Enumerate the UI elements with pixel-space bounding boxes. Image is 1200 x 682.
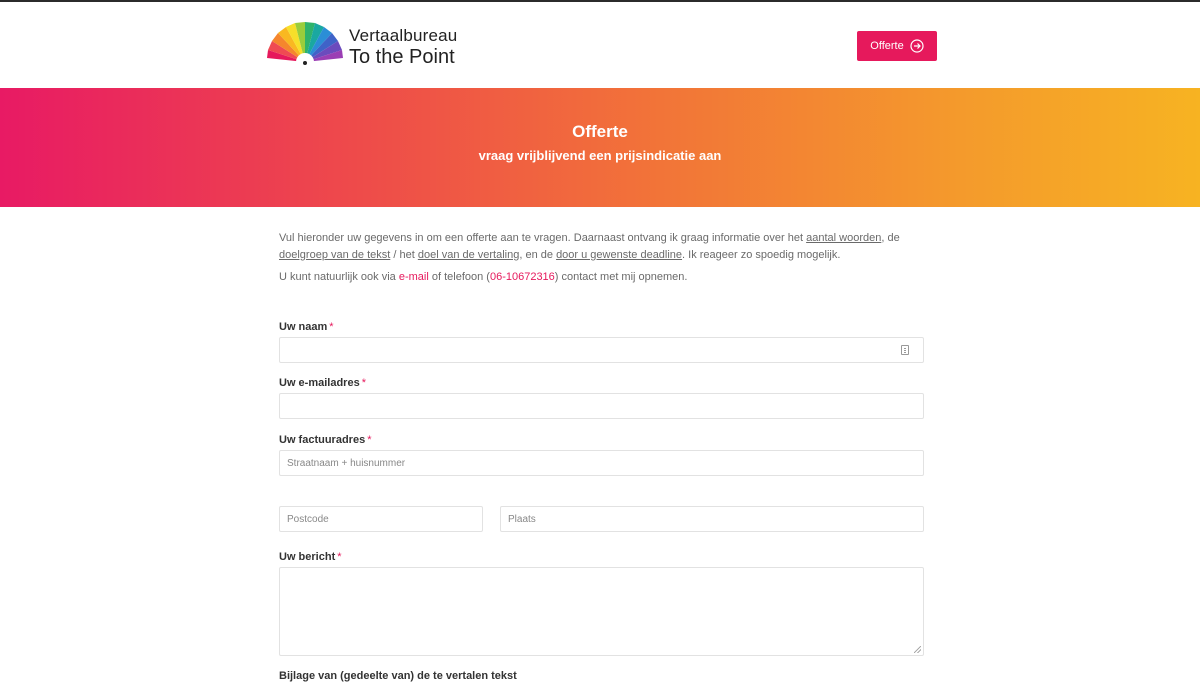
postcode-placeholder: Postcode [287, 513, 329, 525]
street-placeholder: Straatnaam + huisnummer [287, 457, 406, 469]
city-input[interactable]: Plaats [500, 506, 924, 532]
email-input[interactable] [279, 393, 924, 419]
site-logo[interactable]: Vertaalbureau To the Point [265, 20, 465, 70]
required-mark: * [367, 434, 372, 446]
intro-text-segment: Vul hieronder uw gegevens in om een offe… [279, 232, 807, 244]
logo-line-1: Vertaalbureau [349, 26, 458, 45]
message-label: Uw bericht * [279, 551, 342, 563]
intro-text-segment: ) contact met mij opnemen. [554, 271, 688, 283]
intro-paragraph-2: U kunt natuurlijk ook via e-mail of tele… [279, 269, 924, 286]
main-content: Vul hieronder uw gegevens in om een offe… [279, 230, 924, 292]
offerte-button[interactable]: Offerte [857, 31, 937, 61]
address-label-text: Uw factuuradres [279, 434, 366, 446]
link-phone[interactable]: 06-10672316 [490, 271, 555, 283]
address-label: Uw factuuradres * [279, 434, 371, 446]
name-label-text: Uw naam [279, 321, 328, 333]
site-header: Vertaalbureau To the Point Offerte [0, 2, 1200, 88]
resize-handle-icon[interactable] [914, 646, 921, 653]
street-input[interactable]: Straatnaam + huisnummer [279, 450, 924, 476]
intro-text-segment: / het [390, 248, 418, 261]
contact-card-icon[interactable] [901, 345, 909, 355]
message-label-text: Uw bericht [279, 551, 336, 563]
intro-text-segment: of telefoon ( [428, 271, 490, 283]
email-label-text: Uw e-mailadres [279, 377, 360, 389]
name-label: Uw naam * [279, 321, 334, 333]
intro-text-segment: . Ik reageer zo spoedig mogelijk. [682, 248, 841, 261]
link-target-audience[interactable]: doelgroep van de tekst [279, 249, 390, 261]
offerte-button-label: Offerte [870, 40, 904, 52]
rainbow-fan-icon [267, 22, 343, 68]
logo-line-2: To the Point [349, 46, 455, 68]
attachment-label: Bijlage van (gedeelte van) de te vertale… [279, 670, 517, 682]
page-subtitle: vraag vrijblijvend een prijsindicatie aa… [478, 148, 722, 163]
intro-paragraph-1: Vul hieronder uw gegevens in om een offe… [279, 230, 924, 263]
intro-text-segment: U kunt natuurlijk ook via [279, 271, 399, 283]
intro-text-segment: , en de [519, 248, 557, 261]
required-mark: * [337, 551, 342, 563]
hero-banner: Offerte vraag vrijblijvend een prijsindi… [0, 88, 1200, 207]
page-title: Offerte [572, 122, 628, 141]
link-translation-goal[interactable]: doel van de vertaling [418, 249, 520, 261]
intro-text-segment: , de [881, 232, 900, 244]
required-mark: * [329, 321, 334, 333]
link-email[interactable]: e-mail [399, 271, 429, 283]
intro-text: Vul hieronder uw gegevens in om een offe… [279, 230, 924, 286]
link-word-count[interactable]: aantal woorden [806, 232, 881, 244]
message-textarea[interactable] [279, 567, 924, 656]
arrow-right-circle-icon [910, 39, 924, 53]
email-label: Uw e-mailadres * [279, 377, 366, 389]
link-deadline[interactable]: door u gewenste deadline [556, 249, 682, 261]
required-mark: * [361, 377, 366, 389]
postcode-input[interactable]: Postcode [279, 506, 483, 532]
city-placeholder: Plaats [508, 513, 536, 525]
name-input[interactable] [279, 337, 924, 363]
